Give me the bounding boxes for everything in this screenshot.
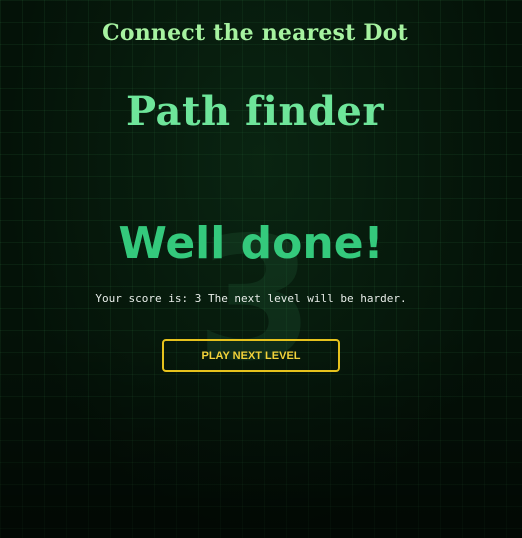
game-title: Path finder — [126, 88, 384, 135]
game-subtitle: Connect the nearest Dot — [102, 20, 408, 46]
play-next-level-button[interactable]: PLAY NEXT LEVEL — [162, 339, 340, 372]
score-message: Your score is: 3 The next level will be … — [95, 292, 407, 305]
result-heading: Well done! — [118, 218, 384, 269]
